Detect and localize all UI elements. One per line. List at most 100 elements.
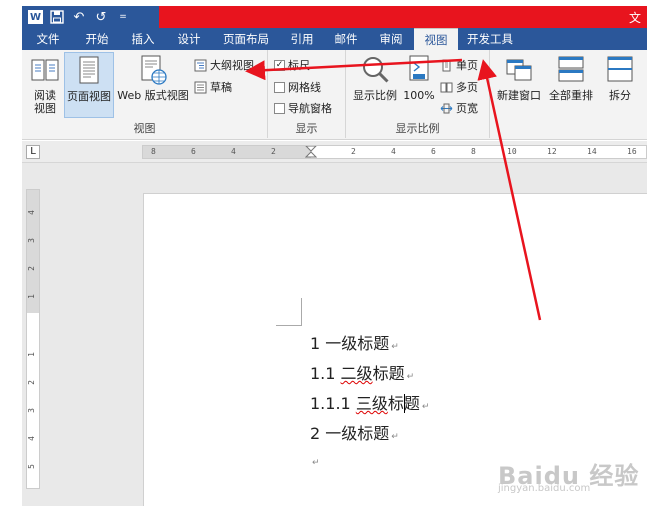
window-title: 文 <box>628 11 641 25</box>
arrange-all-label: 全部重排 <box>549 89 593 102</box>
zoom-button[interactable]: 显示比例 <box>350 54 400 102</box>
empty-paragraph[interactable]: ↵ <box>310 450 429 480</box>
gridlines-checkbox[interactable]: 网格线 <box>274 79 321 95</box>
one-page-button[interactable]: 单页 <box>440 57 478 73</box>
ruler-label: 4 <box>391 147 396 156</box>
vruler-label: 5 <box>26 464 36 469</box>
tab-review[interactable]: 审阅 <box>368 28 414 50</box>
vruler-label: 2 <box>26 380 36 385</box>
web-layout-button[interactable]: Web 版式视图 <box>116 54 190 102</box>
paragraph-mark: ↵ <box>406 372 415 382</box>
heading-text: 二级标题 <box>340 364 405 383</box>
ruler-left-margin <box>143 146 311 158</box>
ruler-label: 14 <box>587 147 597 156</box>
heading-2-line[interactable]: 1.1 二级标题 ↵ <box>310 360 429 390</box>
vruler-label: 1 <box>26 294 36 299</box>
save-icon[interactable] <box>49 9 65 25</box>
magnifier-icon <box>360 54 390 86</box>
undo-icon[interactable]: ↶ <box>71 9 87 25</box>
split-icon <box>605 54 635 86</box>
split-button[interactable]: 拆分 <box>600 54 640 102</box>
tab-home[interactable]: 开始 <box>74 28 120 50</box>
word-window: { "window": {"title_fragment": "文"}, "qa… <box>0 0 647 506</box>
outline-view-icon <box>194 59 207 71</box>
zoom-100-label: 100% <box>403 89 435 102</box>
tab-mailings[interactable]: 邮件 <box>324 28 368 50</box>
multi-page-button[interactable]: 多页 <box>440 79 478 95</box>
views-group-label: 视图 <box>133 122 156 135</box>
tab-selector[interactable]: L <box>26 145 40 159</box>
paragraph-mark: ↵ <box>312 458 320 468</box>
heading-1-line[interactable]: 1 一级标题 ↵ <box>310 330 429 360</box>
multi-page-label: 多页 <box>456 81 478 94</box>
heading-3-line[interactable]: 1.1.1 三级标题 ↵ <box>310 390 429 420</box>
gridlines-label: 网格线 <box>288 81 321 94</box>
views-group: 阅读 视图 页面视图 Web 版式视图 大纲视图 草稿 视图 <box>22 50 268 138</box>
outline-view-label: 大纲视图 <box>210 59 254 72</box>
horizontal-ruler[interactable]: 8 6 4 2 2 4 6 8 10 12 14 16 <box>142 145 647 159</box>
draft-view-icon <box>194 81 207 93</box>
zoom-100-button[interactable]: 100% <box>402 54 436 102</box>
vruler-label: 3 <box>26 408 36 413</box>
print-layout-button[interactable]: 页面视图 <box>64 52 114 118</box>
paragraph-mark: ↵ <box>391 342 399 352</box>
heading-number: 1.1 <box>310 364 336 383</box>
web-layout-icon <box>138 54 168 86</box>
page-width-button[interactable]: 页宽 <box>440 100 478 116</box>
gridlines-check-icon <box>274 81 285 93</box>
customize-qat-icon[interactable]: = <box>115 9 131 25</box>
tab-developer[interactable]: 开发工具 <box>458 28 522 50</box>
crop-mark-horizontal <box>276 325 301 326</box>
text-cursor <box>403 394 405 413</box>
vertical-ruler[interactable]: 4 3 2 1 1 2 3 4 5 <box>26 189 40 489</box>
ruler-label: 2 <box>271 147 276 156</box>
ruler-check-icon: ✓ <box>274 59 285 71</box>
arrange-all-button[interactable]: 全部重排 <box>546 54 596 102</box>
read-mode-label: 阅读 视图 <box>34 89 56 115</box>
page-width-icon <box>440 103 453 113</box>
heading-text: 一级标题 <box>325 424 390 443</box>
tab-references[interactable]: 引用 <box>280 28 324 50</box>
vruler-label: 2 <box>26 266 36 271</box>
redo-icon[interactable]: ↺ <box>93 9 109 25</box>
read-mode-button[interactable]: 阅读 视图 <box>28 54 62 115</box>
spellcheck-squiggle: 三级 <box>355 394 388 413</box>
vruler-label: 1 <box>26 352 36 357</box>
heading-number: 1 <box>310 334 321 353</box>
heading-text: 三级标题 <box>355 394 420 413</box>
title-bar-red-area <box>159 6 647 28</box>
zoom-label: 显示比例 <box>353 89 397 102</box>
ribbon-tabs: 文件 开始 插入 设计 页面布局 引用 邮件 审阅 视图 开发工具 <box>22 28 647 50</box>
draft-view-button[interactable]: 草稿 <box>194 79 232 95</box>
ruler-label: 6 <box>431 147 436 156</box>
ruler-label: 12 <box>547 147 557 156</box>
vruler-label: 3 <box>26 238 36 243</box>
heading-text: 一级标题 <box>325 334 390 353</box>
heading-1-line-2[interactable]: 2 一级标题 ↵ <box>310 420 429 450</box>
new-window-button[interactable]: 新建窗口 <box>494 54 544 102</box>
read-mode-icon <box>30 54 60 86</box>
print-layout-icon <box>74 55 104 87</box>
heading-number: 2 <box>310 424 321 443</box>
ribbon-view: 阅读 视图 页面视图 Web 版式视图 大纲视图 草稿 视图 ✓ 标尺 网格线 … <box>22 50 647 140</box>
vruler-label: 4 <box>26 436 36 441</box>
arrange-all-icon <box>556 54 586 86</box>
show-group: ✓ 标尺 网格线 导航窗格 显示 <box>268 50 346 138</box>
vruler-label: 4 <box>26 210 36 215</box>
tab-insert[interactable]: 插入 <box>120 28 166 50</box>
nav-pane-checkbox[interactable]: 导航窗格 <box>274 100 332 116</box>
new-window-label: 新建窗口 <box>497 89 541 102</box>
tab-page-layout[interactable]: 页面布局 <box>212 28 280 50</box>
print-layout-label: 页面视图 <box>67 90 111 103</box>
tab-design[interactable]: 设计 <box>166 28 212 50</box>
ruler-checkbox[interactable]: ✓ 标尺 <box>274 57 310 73</box>
split-label: 拆分 <box>609 89 631 102</box>
tab-view[interactable]: 视图 <box>414 28 458 50</box>
outline-view-button[interactable]: 大纲视图 <box>194 57 254 73</box>
zoom-group-label: 显示比例 <box>395 122 440 135</box>
document-body[interactable]: 1 一级标题 ↵ 1.1 二级标题 ↵ 1.1.1 三级标题 ↵ 2 一级标题 ↵ ↵ <box>310 330 429 480</box>
indent-marker-icon[interactable] <box>305 146 317 158</box>
ruler-label: 8 <box>151 147 156 156</box>
tab-file[interactable]: 文件 <box>22 28 74 50</box>
page-width-label: 页宽 <box>456 102 478 115</box>
